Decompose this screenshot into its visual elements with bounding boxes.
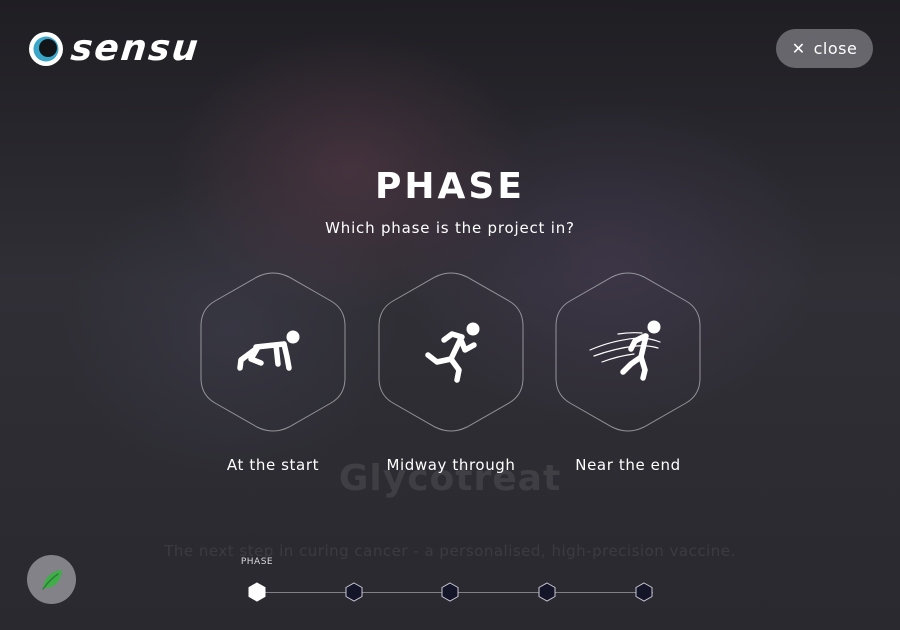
- step-node-5[interactable]: [634, 582, 654, 602]
- crouching-start-icon: [237, 330, 300, 371]
- close-icon: ✕: [791, 39, 806, 58]
- option-hexagon: [554, 271, 702, 433]
- brand-name: sensu: [68, 28, 202, 69]
- step-node-1[interactable]: [247, 582, 267, 602]
- option-near-the-end[interactable]: Near the end: [554, 271, 702, 474]
- close-label: close: [813, 39, 858, 58]
- current-step-label: PHASE: [240, 557, 274, 567]
- option-hexagon: [199, 271, 347, 433]
- question-prompt: Which phase is the project in?: [325, 219, 575, 237]
- question-title: PHASE: [375, 166, 525, 207]
- step-node-2[interactable]: [344, 582, 364, 602]
- option-midway-through[interactable]: Midway through: [377, 271, 525, 474]
- running-person-icon: [425, 322, 480, 383]
- leaf-icon: [41, 569, 62, 590]
- finish-line-runner-icon: [589, 320, 661, 381]
- step-node-4[interactable]: [537, 582, 557, 602]
- sensu-logo[interactable]: sensu: [27, 28, 202, 69]
- step-node-3[interactable]: [440, 582, 460, 602]
- option-hexagon: [377, 271, 525, 433]
- option-label: Near the end: [575, 456, 681, 474]
- leaf-button[interactable]: [27, 555, 76, 604]
- phase-progress-stepper: PHASE: [241, 555, 667, 605]
- logo-mark-icon: [29, 32, 63, 66]
- option-at-the-start[interactable]: At the start: [199, 271, 347, 474]
- close-button[interactable]: ✕ close: [776, 29, 873, 68]
